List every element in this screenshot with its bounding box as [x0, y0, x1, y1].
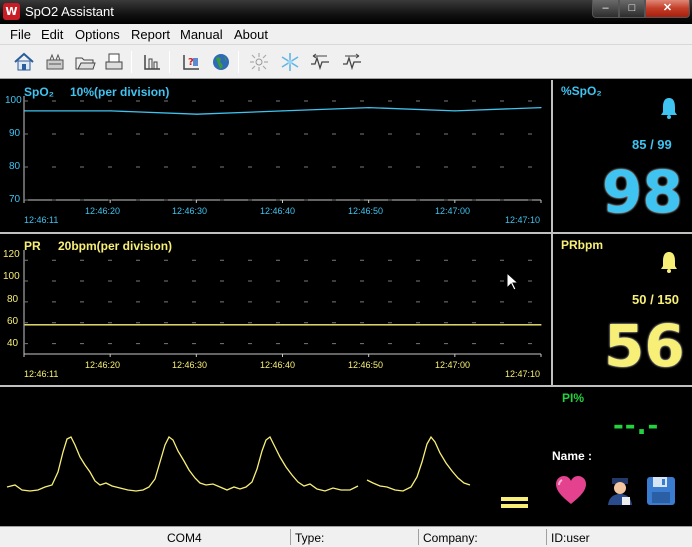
time-label: 12:46:40 [260, 206, 296, 216]
time-label: 12:47:00 [435, 360, 471, 370]
pr-value: 56 [604, 312, 685, 380]
menu-report[interactable]: Report [131, 27, 170, 42]
data-point [282, 110, 284, 112]
time-label: 12:46:30 [172, 360, 208, 370]
spo2-limits: 85 / 99 [632, 137, 672, 152]
y-tick-label: 100 [5, 95, 22, 106]
y-tick-label: 80 [7, 294, 19, 305]
signal-bar [501, 504, 528, 508]
y-tick-label: 100 [3, 271, 20, 282]
pi-panel: PI% --.- Name : [551, 387, 692, 526]
doctor-icon[interactable] [604, 475, 636, 512]
data-point [196, 113, 198, 115]
status-separator [290, 529, 291, 545]
data-point [110, 110, 112, 112]
open-folder-icon[interactable] [72, 49, 98, 75]
trend-right-icon[interactable] [339, 49, 365, 75]
time-label: 12:46:50 [348, 206, 384, 216]
alarm-bell-icon[interactable] [659, 250, 679, 279]
menu-bar: File Edit Options Report Manual About [0, 24, 692, 45]
patient-name-label: Name : [552, 449, 593, 463]
toolbar-separator [131, 51, 132, 73]
pleth-waveform-panel [0, 387, 551, 526]
time-label: 12:47:10 [505, 369, 541, 379]
spo2-trend-panel: SpO₂ 10%(per division) 100 90 80 70 12:4… [0, 80, 551, 232]
signal-bar [501, 497, 528, 501]
pr-trend-panel: PR 20bpm(per division) 120 100 80 60 40 … [0, 234, 551, 385]
chart-icon[interactable] [139, 49, 165, 75]
status-bar: COM4 Type: Company: ID:user [0, 526, 692, 547]
data-point [454, 324, 456, 326]
home-icon[interactable] [11, 49, 37, 75]
y-tick-label: 120 [3, 249, 20, 260]
save-icon[interactable] [645, 475, 677, 512]
data-point [24, 110, 26, 112]
trend-left-icon[interactable] [307, 49, 333, 75]
time-label: 12:46:20 [85, 206, 121, 216]
time-label: 12:46:30 [172, 206, 208, 216]
pleth-waveform [6, 435, 528, 508]
data-point [368, 324, 370, 326]
menu-manual[interactable]: Manual [180, 27, 223, 42]
menu-edit[interactable]: Edit [41, 27, 63, 42]
maximize-button[interactable]: □ [619, 0, 645, 18]
menu-file[interactable]: File [10, 27, 31, 42]
heart-icon[interactable] [554, 474, 588, 511]
time-label: 12:46:40 [260, 360, 296, 370]
time-label: 12:46:20 [85, 360, 121, 370]
data-point [110, 324, 112, 326]
y-tick-label: 70 [9, 194, 21, 205]
status-separator [418, 529, 419, 545]
app-logo-icon: W [3, 3, 20, 20]
spo2-readout-label: %SpO₂ [561, 84, 602, 98]
pr-readout-panel: PRbpm 50 / 150 56 [553, 234, 692, 385]
globe-icon[interactable] [208, 49, 234, 75]
minimize-button[interactable]: – [592, 0, 619, 18]
alarm-bell-icon[interactable] [659, 96, 679, 125]
user-id-status: ID:user [551, 531, 590, 545]
snowflake-icon[interactable] [277, 49, 303, 75]
window-title: SpO2 Assistant [25, 4, 114, 19]
title-bar: W SpO2 Assistant – □ ✕ [0, 0, 692, 24]
print-icon[interactable] [101, 49, 127, 75]
time-label: 12:47:10 [505, 215, 541, 225]
data-point [454, 110, 456, 112]
pi-label: PI% [562, 391, 585, 405]
data-point [196, 324, 198, 326]
menu-options[interactable]: Options [75, 27, 120, 42]
spo2-value: 98 [602, 158, 683, 226]
port-status: COM4 [167, 531, 202, 545]
y-tick-label: 80 [9, 161, 21, 172]
status-separator [546, 529, 547, 545]
y-tick-label: 60 [7, 316, 19, 327]
company-status: Company: [423, 531, 478, 545]
pr-limits: 50 / 150 [632, 292, 679, 307]
sun-icon[interactable] [246, 49, 272, 75]
mouse-cursor-icon [506, 271, 520, 297]
y-tick-label: 90 [9, 128, 21, 139]
data-point [540, 324, 542, 326]
time-label: 12:46:50 [348, 360, 384, 370]
menu-about[interactable]: About [234, 27, 268, 42]
data-point [368, 107, 370, 109]
device-icon[interactable] [42, 49, 68, 75]
data-point [24, 324, 26, 326]
data-point [282, 324, 284, 326]
patient-data-icon[interactable]: ? [178, 49, 204, 75]
toolbar-separator [169, 51, 170, 73]
type-status: Type: [295, 531, 325, 545]
toolbar-separator [238, 51, 239, 73]
pi-value: --.- [613, 411, 660, 441]
close-button[interactable]: ✕ [645, 0, 690, 18]
toolbar: ? [0, 45, 692, 79]
y-tick-label: 40 [7, 338, 19, 349]
pr-readout-label: PRbpm [561, 238, 603, 252]
time-label: 12:46:11 [24, 215, 59, 225]
data-point [540, 107, 542, 109]
time-label: 12:46:11 [24, 369, 59, 379]
time-label: 12:47:00 [435, 206, 471, 216]
spo2-readout-panel: %SpO₂ 85 / 99 98 [553, 80, 692, 232]
